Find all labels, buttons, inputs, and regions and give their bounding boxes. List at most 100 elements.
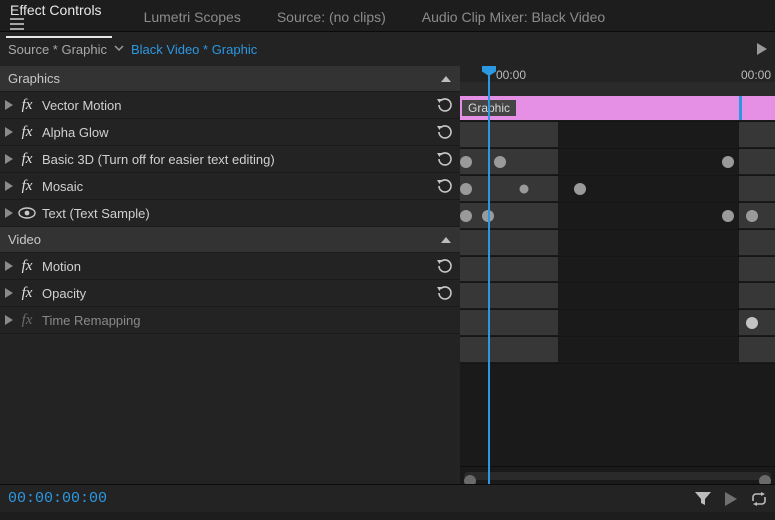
reset-icon[interactable]	[434, 97, 456, 113]
timeline-band	[460, 176, 558, 201]
range-handle-right[interactable]	[759, 475, 771, 484]
timeline-row[interactable]	[460, 310, 775, 337]
tab-source[interactable]: Source: (no clips)	[273, 1, 390, 31]
play-icon[interactable]	[757, 43, 767, 55]
timeline-band	[460, 230, 558, 255]
effect-label: Alpha Glow	[38, 125, 434, 140]
caret-up-icon[interactable]	[440, 74, 452, 84]
hamburger-icon[interactable]	[10, 18, 108, 30]
effects-column: Graphics fx Vector Motion fx Alpha Glow …	[0, 66, 460, 484]
timeline-row-graphic[interactable]: Graphic	[460, 96, 775, 122]
fx-badge[interactable]: fx	[16, 97, 38, 114]
effect-label: Mosaic	[38, 179, 434, 194]
disclosure-right-icon[interactable]	[2, 288, 16, 298]
fx-badge[interactable]: fx	[16, 124, 38, 141]
keyframe-marker[interactable]	[746, 210, 758, 222]
reset-icon[interactable]	[434, 124, 456, 140]
timeline-band	[739, 337, 775, 362]
caret-up-icon[interactable]	[440, 235, 452, 245]
panel-tab-bar: Effect Controls Lumetri Scopes Source: (…	[0, 0, 775, 32]
keyframe-marker[interactable]	[746, 317, 758, 329]
section-graphics-header[interactable]: Graphics	[0, 66, 460, 92]
disclosure-right-icon[interactable]	[2, 315, 16, 325]
fx-badge[interactable]: fx	[16, 151, 38, 168]
reset-icon[interactable]	[434, 258, 456, 274]
timeline-row[interactable]	[460, 337, 775, 364]
timeline-band	[739, 257, 775, 281]
range-track	[464, 472, 771, 480]
effect-label: Time Remapping	[38, 313, 456, 328]
fx-badge[interactable]: fx	[16, 285, 38, 302]
effect-row-alpha-glow[interactable]: fx Alpha Glow	[0, 119, 460, 146]
disclosure-right-icon[interactable]	[2, 100, 16, 110]
timeline-row[interactable]	[460, 203, 775, 230]
fx-badge[interactable]: fx	[16, 258, 38, 275]
timeline-band	[739, 230, 775, 255]
clip-item-label[interactable]: Black Video * Graphic	[131, 42, 257, 57]
disclosure-right-icon[interactable]	[2, 208, 16, 218]
timecode-display[interactable]: 00:00:00:00	[8, 490, 107, 507]
effect-row-time-remapping[interactable]: fx Time Remapping	[0, 307, 460, 334]
timeline-row-section	[460, 257, 775, 283]
disclosure-right-icon[interactable]	[2, 181, 16, 191]
play-audio-icon[interactable]	[725, 492, 737, 506]
keyframe-marker[interactable]	[722, 210, 734, 222]
reset-icon[interactable]	[434, 285, 456, 301]
ruler-end-label: 00:00	[741, 68, 771, 82]
timeline-band	[739, 149, 775, 174]
keyframe-marker[interactable]	[494, 156, 506, 168]
filter-icon[interactable]	[695, 492, 711, 506]
effect-row-text-layer[interactable]: Text (Text Sample)	[0, 200, 460, 227]
disclosure-right-icon[interactable]	[2, 154, 16, 164]
tab-label: Audio Clip Mixer: Black Video	[422, 9, 605, 25]
fx-badge[interactable]: fx	[16, 312, 38, 329]
timeline-row[interactable]	[460, 149, 775, 176]
keyframe-marker[interactable]	[520, 185, 529, 194]
keyframe-marker[interactable]	[722, 156, 734, 168]
effect-label: Basic 3D (Turn off for easier text editi…	[38, 152, 434, 167]
chevron-down-icon[interactable]	[113, 42, 125, 57]
tab-lumetri-scopes[interactable]: Lumetri Scopes	[140, 1, 245, 31]
reset-icon[interactable]	[434, 178, 456, 194]
timeline-range-bar[interactable]	[460, 466, 775, 484]
timeline-band	[460, 203, 558, 228]
effect-row-opacity[interactable]: fx Opacity	[0, 280, 460, 307]
timeline-band	[460, 122, 558, 147]
timeline-band	[739, 283, 775, 308]
effect-row-basic-3d[interactable]: fx Basic 3D (Turn off for easier text ed…	[0, 146, 460, 173]
keyframe-marker[interactable]	[574, 183, 586, 195]
effect-row-mosaic[interactable]: fx Mosaic	[0, 173, 460, 200]
section-video-header[interactable]: Video	[0, 227, 460, 253]
playhead[interactable]	[488, 66, 490, 484]
timeline-band	[460, 283, 558, 308]
footer-bar: 00:00:00:00	[0, 484, 775, 512]
effect-row-motion[interactable]: fx Motion	[0, 253, 460, 280]
timeline-ruler[interactable]: 00:00 00:00	[460, 66, 775, 96]
range-handle-left[interactable]	[464, 475, 476, 484]
keyframe-marker[interactable]	[460, 183, 472, 195]
eye-icon[interactable]	[16, 207, 38, 219]
timeline-band	[739, 176, 775, 201]
timeline-band	[460, 337, 558, 362]
footer-icons	[695, 492, 767, 506]
tab-effect-controls[interactable]: Effect Controls	[6, 0, 112, 38]
tab-audio-clip-mixer[interactable]: Audio Clip Mixer: Black Video	[418, 1, 609, 31]
loop-icon[interactable]	[751, 492, 767, 506]
timeline-row[interactable]	[460, 176, 775, 203]
disclosure-right-icon[interactable]	[2, 261, 16, 271]
effect-label: Motion	[38, 259, 434, 274]
effect-row-vector-motion[interactable]: fx Vector Motion	[0, 92, 460, 119]
timeline-row[interactable]	[460, 230, 775, 257]
keyframe-marker[interactable]	[460, 156, 472, 168]
fx-badge[interactable]: fx	[16, 178, 38, 195]
source-item-label[interactable]: Source * Graphic	[8, 42, 107, 57]
section-title: Graphics	[8, 71, 440, 86]
tab-label: Source: (no clips)	[277, 9, 386, 25]
disclosure-right-icon[interactable]	[2, 127, 16, 137]
timeline-row[interactable]	[460, 283, 775, 310]
reset-icon[interactable]	[434, 151, 456, 167]
graphic-in-handle[interactable]	[739, 96, 742, 120]
main-split: Graphics fx Vector Motion fx Alpha Glow …	[0, 66, 775, 484]
timeline-row[interactable]	[460, 122, 775, 149]
keyframe-marker[interactable]	[460, 210, 472, 222]
